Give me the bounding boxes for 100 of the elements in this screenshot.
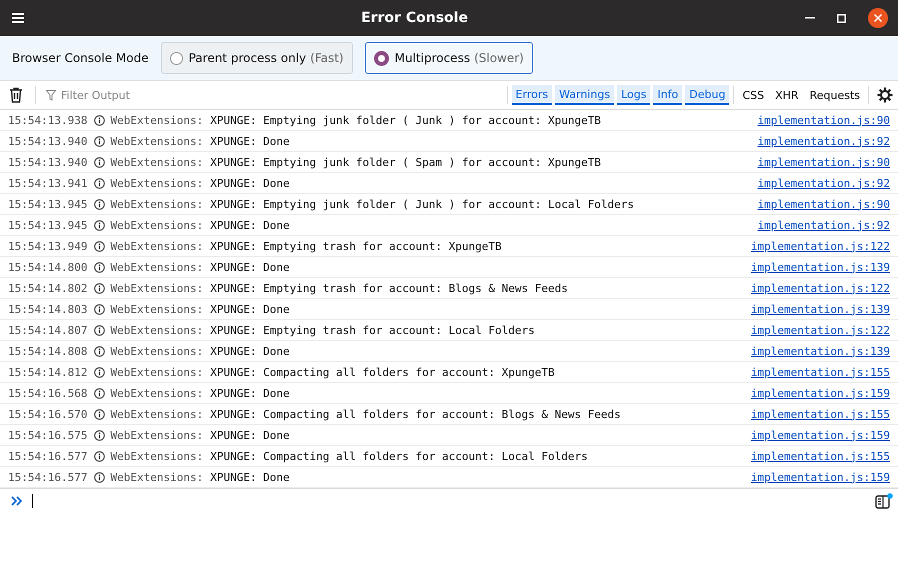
- message-source: WebExtensions:: [110, 344, 204, 358]
- message-text: XPUNGE: Emptying trash for account: Local Folders: [210, 324, 536, 336]
- radio-button[interactable]: [374, 50, 389, 66]
- message-source: WebExtensions:: [110, 260, 204, 274]
- source-link[interactable]: implementation.js:139: [750, 344, 890, 358]
- message-source: WebExtensions:: [110, 428, 204, 442]
- source-link[interactable]: implementation.js:90: [758, 198, 890, 210]
- radio-button[interactable]: [170, 52, 183, 64]
- timestamp: 15:54:13.945: [8, 198, 88, 210]
- message-source: WebExtensions:: [110, 218, 204, 232]
- source-link[interactable]: implementation.js:159: [750, 428, 890, 442]
- message-text: XPUNGE: Done: [210, 386, 291, 400]
- timestamp: 15:54:16.570: [8, 408, 88, 420]
- timestamp: 15:54:16.577: [8, 450, 88, 462]
- source-link[interactable]: implementation.js:122: [750, 324, 890, 336]
- message-source: WebExtensions:: [110, 450, 204, 462]
- message-text: XPUNGE: Compacting all folders for account: Blogs & News Feeds: [210, 408, 622, 420]
- source-link[interactable]: implementation.js:92: [758, 176, 890, 190]
- info-icon: [94, 430, 106, 440]
- message-text: XPUNGE: Compacting all folders for account: XpungeTB: [210, 366, 556, 378]
- message-text: XPUNGE: Emptying junk folder ( Junk ) for account: Local Folders: [210, 198, 636, 210]
- window-title: Error Console: [360, 10, 469, 26]
- mode-option[interactable]: Parent process only (Fast): [160, 42, 353, 74]
- source-link[interactable]: implementation.js:159: [750, 386, 890, 400]
- message-text: XPUNGE: Emptying trash for account: XpungeTB: [210, 240, 503, 252]
- timestamp: 15:54:14.802: [8, 282, 88, 294]
- trash-icon[interactable]: [9, 87, 23, 103]
- source-link[interactable]: implementation.js:92: [758, 218, 890, 232]
- mode-label: Browser Console Mode: [12, 51, 149, 65]
- minimize-icon[interactable]: [805, 17, 815, 19]
- message-text: XPUNGE: Done: [210, 260, 291, 274]
- timestamp: 15:54:14.812: [8, 366, 88, 378]
- source-link[interactable]: implementation.js:139: [750, 260, 890, 274]
- info-icon: [94, 408, 106, 420]
- close-icon[interactable]: [868, 8, 888, 28]
- prompt-icon: [11, 496, 23, 506]
- info-icon: [94, 324, 106, 336]
- info-icon: [94, 262, 106, 272]
- source-link[interactable]: implementation.js:92: [758, 134, 890, 148]
- filter-button[interactable]: Info: [653, 85, 682, 105]
- message-source: WebExtensions:: [110, 366, 204, 378]
- message-text: XPUNGE: Done: [210, 344, 291, 358]
- source-link[interactable]: implementation.js:155: [750, 450, 890, 462]
- source-link[interactable]: implementation.js:139: [750, 302, 890, 316]
- menu-icon[interactable]: [12, 13, 24, 23]
- source-link[interactable]: implementation.js:155: [750, 366, 890, 378]
- message-source: WebExtensions:: [110, 282, 204, 294]
- message-text: XPUNGE: Done: [210, 470, 291, 484]
- message-source: WebExtensions:: [110, 386, 204, 400]
- timestamp: 15:54:16.568: [8, 386, 88, 400]
- message-text: XPUNGE: Done: [210, 302, 291, 316]
- timestamp: 15:54:14.807: [8, 324, 88, 336]
- source-link[interactable]: implementation.js:122: [750, 240, 890, 252]
- source-link[interactable]: implementation.js:159: [750, 470, 890, 484]
- info-icon: [94, 366, 106, 378]
- message-source: WebExtensions:: [110, 302, 204, 316]
- timestamp: 15:54:16.575: [8, 428, 88, 442]
- sidebar-toggle-icon[interactable]: [875, 493, 893, 509]
- info-icon: [94, 304, 106, 314]
- timestamp: 15:54:14.808: [8, 344, 88, 358]
- info-icon: [94, 282, 106, 294]
- info-icon: [94, 198, 106, 210]
- filter-button[interactable]: Debug: [685, 85, 730, 105]
- maximize-icon[interactable]: [837, 14, 846, 22]
- message-text: XPUNGE: Done: [210, 428, 291, 442]
- source-link[interactable]: implementation.js:122: [750, 282, 890, 294]
- timestamp: 15:54:13.949: [8, 240, 88, 252]
- message-source: WebExtensions:: [110, 134, 204, 148]
- mode-option[interactable]: Multiprocess (Slower): [364, 42, 533, 74]
- funnel-icon: [46, 90, 56, 100]
- filter-field[interactable]: Filter Output: [61, 88, 211, 102]
- timestamp: 15:54:13.941: [8, 176, 88, 190]
- filter-button[interactable]: Errors: [512, 85, 552, 105]
- source-link[interactable]: implementation.js:90: [758, 114, 890, 126]
- filter-button[interactable]: Requests: [806, 85, 864, 105]
- timestamp: 15:54:13.940: [8, 134, 88, 148]
- info-icon: [94, 240, 106, 252]
- info-icon: [94, 346, 106, 356]
- message-source: WebExtensions:: [110, 176, 204, 190]
- timestamp: 15:54:16.577: [8, 470, 88, 484]
- filter-button[interactable]: Logs: [617, 85, 650, 105]
- timestamp: 15:54:14.803: [8, 302, 88, 316]
- timestamp: 15:54:14.800: [8, 260, 88, 274]
- filter-button[interactable]: XHR: [771, 85, 803, 105]
- message-text: XPUNGE: Done: [210, 134, 291, 148]
- timestamp: 15:54:13.940: [8, 156, 88, 168]
- filter-button[interactable]: Warnings: [555, 85, 614, 105]
- settings-icon[interactable]: [877, 87, 893, 103]
- message-source: WebExtensions:: [110, 408, 204, 420]
- info-icon: [94, 472, 106, 482]
- message-text: XPUNGE: Done: [210, 176, 291, 190]
- source-link[interactable]: implementation.js:90: [758, 156, 890, 168]
- source-link[interactable]: implementation.js:155: [750, 408, 890, 420]
- message-text: XPUNGE: Emptying junk folder ( Junk ) for account: XpungeTB: [210, 114, 602, 126]
- message-source: WebExtensions:: [110, 470, 204, 484]
- info-icon: [94, 178, 106, 188]
- message-source: WebExtensions:: [110, 156, 204, 168]
- message-text: XPUNGE: Compacting all folders for account: Local Folders: [210, 450, 589, 462]
- info-icon: [94, 450, 106, 462]
- filter-button[interactable]: CSS: [738, 85, 768, 105]
